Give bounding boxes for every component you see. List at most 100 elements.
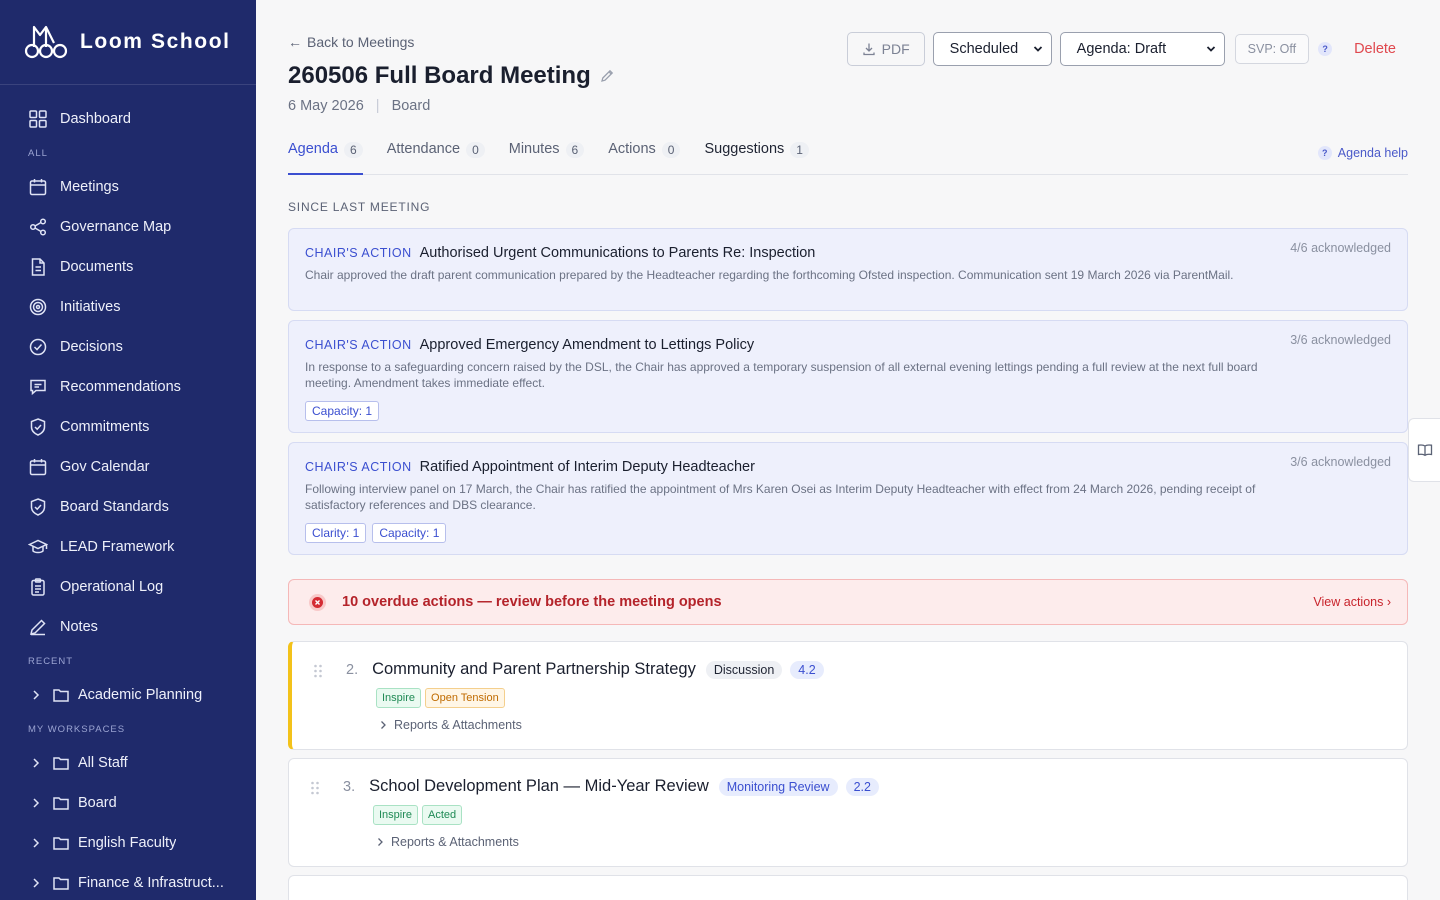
delete-button[interactable]: Delete: [1354, 41, 1396, 57]
agenda-help-link[interactable]: ? Agenda help: [1317, 146, 1408, 160]
chair-action-body: Following interview panel on 17 March, t…: [305, 482, 1256, 512]
workspace-item-label: English Faculty: [78, 835, 177, 851]
sidebar-item-label: Documents: [60, 259, 134, 275]
meeting-tabs: Agenda 6 Attendance 0 Minutes 6 Actions …: [288, 138, 1408, 175]
sidebar-item-dashboard[interactable]: Dashboard: [0, 99, 256, 139]
chair-action-tag: CHAIR'S ACTION: [305, 460, 412, 474]
agenda-item-type: Discussion: [705, 660, 783, 679]
agenda-item-title[interactable]: Community and Parent Partnership Strateg…: [372, 660, 696, 679]
sidebar-item-gov-calendar[interactable]: Gov Calendar: [0, 447, 256, 487]
standard-tag: Capacity: 1: [372, 523, 447, 543]
drag-handle-icon[interactable]: [310, 781, 320, 795]
brand-name: Loom School: [80, 30, 231, 53]
agenda-item-tags: Inspire Acted: [373, 805, 466, 825]
chair-action-header: CHAIR'S ACTION Authorised Urgent Communi…: [305, 245, 1391, 261]
sidebar-item-label: Initiatives: [60, 299, 121, 315]
workspace-item-board[interactable]: Board: [0, 783, 256, 823]
chair-action-title: Approved Emergency Amendment to Lettings…: [419, 337, 755, 353]
sidebar-item-initiatives[interactable]: Initiatives: [0, 287, 256, 327]
chevron-right-icon: [378, 838, 383, 846]
sidebar-item-governance-map[interactable]: Governance Map: [0, 207, 256, 247]
recent-item-academic-planning[interactable]: Academic Planning: [0, 675, 256, 715]
download-icon: [863, 43, 875, 56]
tab-minutes[interactable]: Minutes 6: [509, 138, 585, 174]
status-select[interactable]: Scheduled: [932, 32, 1052, 66]
tab-suggestions[interactable]: Suggestions 1: [704, 138, 809, 174]
sidebar-item-meetings[interactable]: Meetings: [0, 167, 256, 207]
sidebar-item-notes[interactable]: Notes: [0, 607, 256, 647]
sidebar-item-board-standards[interactable]: Board Standards: [0, 487, 256, 527]
meeting-date: 6 May 2026: [288, 98, 364, 114]
page-title: 260506 Full Board Meeting: [288, 62, 615, 90]
sidebar-item-recommendations[interactable]: Recommendations: [0, 367, 256, 407]
workspace-item-finance[interactable]: Finance & Infrastruct...: [0, 863, 256, 900]
agenda-item-number: 2.: [346, 661, 359, 678]
arrow-left-icon: ←: [288, 34, 302, 50]
reports-label: Reports & Attachments: [391, 835, 519, 849]
tab-actions[interactable]: Actions 0: [608, 138, 681, 174]
drag-handle-icon[interactable]: [313, 664, 323, 678]
agenda-status-select[interactable]: Agenda: Draft: [1059, 32, 1225, 66]
error-circle-icon: [309, 593, 326, 611]
reports-attachments-toggle[interactable]: Reports & Attachments: [378, 718, 522, 732]
chevron-right-icon: [33, 838, 40, 848]
share-icon: [29, 218, 47, 236]
tab-count: 0: [466, 142, 485, 158]
workspace-item-label: All Staff: [78, 755, 128, 771]
workspace-item-all-staff[interactable]: All Staff: [0, 743, 256, 783]
svp-toggle[interactable]: SVP: Off: [1234, 34, 1310, 64]
clipboard-icon: [31, 578, 45, 596]
chair-action-card[interactable]: CHAIR'S ACTION Approved Emergency Amendm…: [288, 320, 1408, 433]
pdf-button[interactable]: PDF: [846, 32, 925, 66]
back-label: Back to Meetings: [307, 34, 415, 50]
acknowledged-count: 3/6 acknowledged: [1290, 333, 1391, 347]
sidebar-item-commitments[interactable]: Commitments: [0, 407, 256, 447]
folder-icon: [53, 689, 69, 702]
graduation-cap-icon: [28, 539, 48, 554]
tab-attendance[interactable]: Attendance 0: [387, 138, 485, 174]
acknowledged-count: 4/6 acknowledged: [1290, 241, 1391, 255]
chevron-down-icon: [1033, 46, 1042, 52]
sidebar-section-all: ALL: [28, 147, 48, 159]
brand[interactable]: Loom School: [0, 0, 256, 85]
back-to-meetings-link[interactable]: ← Back to Meetings: [288, 34, 414, 50]
folder-icon: [53, 757, 69, 770]
workspace-item-english-faculty[interactable]: English Faculty: [0, 823, 256, 863]
tab-count: 0: [661, 142, 681, 158]
agenda-item-type: Monitoring Review: [718, 777, 838, 796]
guide-drawer-tab[interactable]: [1408, 418, 1440, 482]
chevron-down-icon: [1206, 46, 1215, 52]
sidebar-item-decisions[interactable]: Decisions: [0, 327, 256, 367]
acknowledged-count: 3/6 acknowledged: [1290, 455, 1391, 469]
chair-action-tag: CHAIR'S ACTION: [305, 246, 412, 260]
standard-tag: Capacity: 1: [305, 401, 380, 421]
agenda-item[interactable]: 2. Community and Parent Partnership Stra…: [288, 641, 1408, 750]
tab-count: 1: [790, 142, 809, 158]
agenda-item[interactable]: [288, 875, 1408, 900]
view-actions-link[interactable]: View actions ›: [1313, 595, 1391, 609]
chair-action-body: In response to a safeguarding concern ra…: [305, 360, 1258, 390]
folder-icon: [53, 797, 69, 810]
standard-tag: Clarity: 1: [305, 523, 367, 543]
chair-action-card[interactable]: CHAIR'S ACTION Ratified Appointment of I…: [288, 442, 1408, 555]
chair-action-tags: Capacity: 1: [305, 401, 1391, 421]
chevron-right-icon: [33, 878, 40, 888]
reports-attachments-toggle[interactable]: Reports & Attachments: [375, 835, 519, 849]
sidebar: Loom School Dashboard ALL Meetings Gover…: [0, 0, 256, 900]
inspire-tag: Inspire: [376, 688, 422, 708]
shield-check-icon: [30, 498, 46, 516]
meta-separator: |: [375, 98, 380, 114]
chair-action-card[interactable]: CHAIR'S ACTION Authorised Urgent Communi…: [288, 228, 1408, 311]
sidebar-item-operational-log[interactable]: Operational Log: [0, 567, 256, 607]
tab-count: 6: [565, 142, 585, 158]
agenda-item-title[interactable]: School Development Plan — Mid-Year Revie…: [369, 777, 709, 796]
svp-help-icon[interactable]: ?: [1318, 42, 1333, 56]
sidebar-item-label: Dashboard: [60, 111, 131, 127]
agenda-item[interactable]: 3. School Development Plan — Mid-Year Re…: [288, 758, 1408, 867]
tab-agenda[interactable]: Agenda 6: [288, 138, 363, 175]
sidebar-item-lead-framework[interactable]: LEAD Framework: [0, 527, 256, 567]
target-icon: [29, 298, 47, 316]
document-icon: [31, 258, 45, 276]
sidebar-item-documents[interactable]: Documents: [0, 247, 256, 287]
edit-pencil-icon[interactable]: [599, 68, 615, 84]
